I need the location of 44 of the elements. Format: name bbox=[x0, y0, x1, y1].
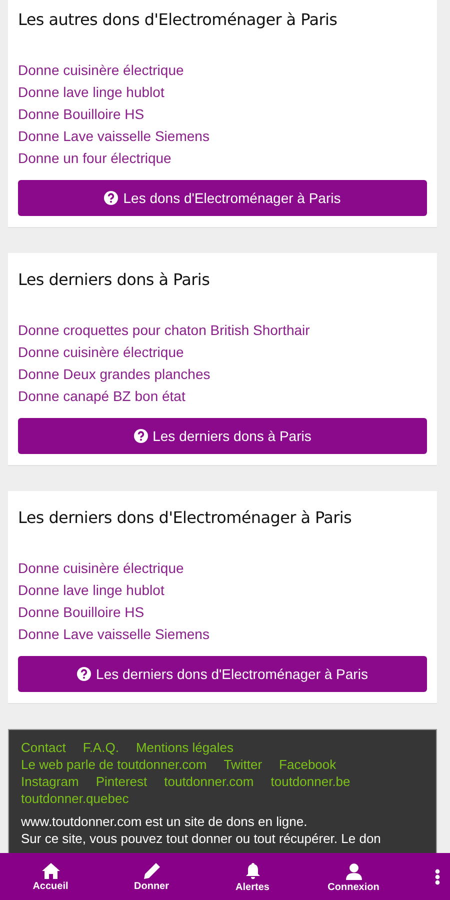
user-icon bbox=[346, 862, 362, 880]
footer-link[interactable]: Twitter bbox=[224, 756, 262, 773]
footer-link[interactable]: Pinterest bbox=[96, 773, 148, 790]
footer-link[interactable]: toutdonner.com bbox=[164, 773, 254, 790]
nav-item[interactable]: Connexion bbox=[303, 860, 404, 892]
more-icon[interactable] bbox=[435, 868, 440, 884]
listing-link[interactable]: Donne un four électrique bbox=[18, 147, 172, 169]
listing-link[interactable]: Donne Lave vaisselle Siemens bbox=[18, 125, 210, 147]
listing-link[interactable]: Donne canapé BZ bon état bbox=[18, 385, 186, 407]
listing-link[interactable]: Donne croquettes pour chaton British Shorthair bbox=[18, 319, 310, 341]
nav-item[interactable]: Donner bbox=[101, 860, 202, 892]
section-button[interactable]: Les derniers dons à Paris bbox=[18, 418, 427, 454]
footer-link[interactable]: Facebook bbox=[279, 756, 336, 773]
footer-link[interactable]: F.A.Q. bbox=[82, 739, 119, 756]
section-title: Les derniers dons à Paris bbox=[18, 270, 211, 290]
question-icon bbox=[134, 429, 148, 443]
section-button[interactable]: Les derniers dons d'Electroménager à Paris bbox=[18, 656, 427, 692]
listing-link[interactable]: Donne Bouilloire HS bbox=[18, 601, 144, 623]
listing-link[interactable]: Donne cuisinère électrique bbox=[18, 59, 184, 81]
listing-link[interactable]: Donne cuisinère électrique bbox=[18, 557, 184, 579]
listing-link[interactable]: Donne cuisinère électrique bbox=[18, 341, 184, 363]
listing-link[interactable]: Donne lave linge hublot bbox=[18, 81, 164, 103]
question-icon bbox=[77, 667, 92, 681]
section-title: Les autres dons d'Electroménager à Paris bbox=[18, 10, 338, 30]
listing-link[interactable]: Donne lave linge hublot bbox=[18, 579, 164, 601]
footer-text: Sur ce site, vous pouvez tout donner ou tout récupérer. Le don bbox=[21, 830, 382, 847]
listing-link[interactable]: Donne Deux grandes planches bbox=[18, 363, 210, 385]
question-icon bbox=[104, 191, 118, 205]
listing-link[interactable]: Donne Bouilloire HS bbox=[18, 103, 144, 125]
footer-link[interactable]: toutdonner.be bbox=[270, 773, 350, 790]
nav-item[interactable]: Alertes bbox=[202, 860, 303, 892]
pencil-icon bbox=[144, 862, 160, 878]
nav-item[interactable]: Accueil bbox=[0, 860, 101, 892]
bell-icon bbox=[246, 862, 260, 880]
home-icon bbox=[42, 862, 60, 878]
footer-link[interactable]: Contact bbox=[21, 739, 66, 756]
footer-link[interactable]: Instagram bbox=[21, 773, 79, 790]
listing-link[interactable]: Donne Lave vaisselle Siemens bbox=[18, 623, 210, 645]
footer-link[interactable]: Mentions légales bbox=[136, 739, 234, 756]
footer-link[interactable]: Le web parle de toutdonner.com bbox=[21, 756, 207, 773]
section-title: Les derniers dons d'Electroménager à Paris bbox=[18, 508, 353, 528]
footer-link[interactable]: toutdonner.quebec bbox=[21, 790, 129, 807]
footer-text: www.toutdonner.com est un site de dons en ligne. bbox=[21, 813, 308, 830]
section-button[interactable]: Les dons d'Electroménager à Paris bbox=[18, 180, 427, 216]
